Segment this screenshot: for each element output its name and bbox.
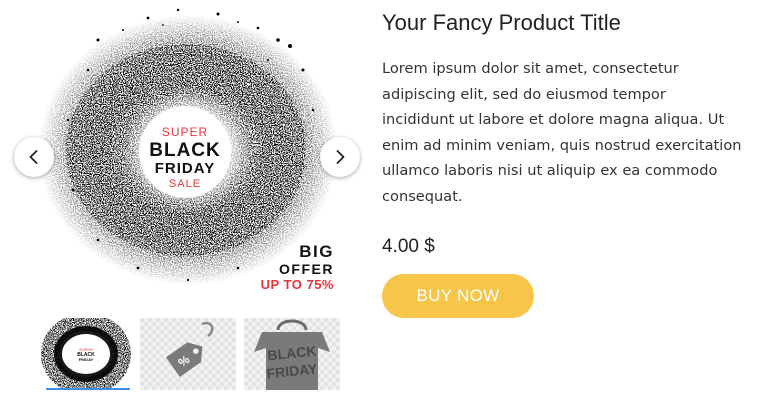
badge-friday-text: FRIDAY [155, 160, 215, 177]
badge-black-text: BLACK [149, 140, 221, 161]
carousel-prev-button[interactable] [14, 137, 54, 177]
thumbnail-percent-tag[interactable]: % [140, 318, 236, 390]
promo-discount-text: UP TO 75% [261, 277, 334, 292]
thumbnail-tag-image: % [140, 318, 236, 390]
thumbnail-splash-image: SUPER BLACK FRIDAY [40, 318, 136, 390]
badge-super-text: SUPER [162, 125, 208, 139]
product-info-panel: Your Fancy Product Title Lorem ipsum dol… [382, 8, 742, 318]
product-price: 4.00 $ [382, 236, 435, 257]
chevron-right-icon [336, 150, 345, 164]
badge-sale-text: SALE [169, 178, 201, 190]
svg-text:FRIDAY: FRIDAY [79, 357, 94, 362]
product-description: Lorem ipsum dolor sit amet, consectetur … [382, 60, 742, 205]
product-gallery: SUPER BLACK FRIDAY SALE BIG OFFER UP TO … [14, 0, 360, 300]
promo-big-text: BIG [299, 242, 334, 261]
promo-offer-text: OFFER [279, 261, 334, 277]
carousel-next-button[interactable] [320, 137, 360, 177]
ink-splash-artwork: SUPER BLACK FRIDAY SALE BIG OFFER UP TO … [38, 8, 338, 292]
thumbnail-strip: SUPER BLACK FRIDAY % BLACK FRIDAY [40, 318, 340, 390]
thumbnail-bag-image: BLACK FRIDAY [244, 318, 340, 390]
thumbnail-black-friday-bag[interactable]: BLACK FRIDAY [244, 318, 340, 390]
main-product-image: SUPER BLACK FRIDAY SALE BIG OFFER UP TO … [28, 0, 348, 300]
thumbnail-black-friday-splash[interactable]: SUPER BLACK FRIDAY [40, 318, 136, 390]
buy-now-button[interactable]: BUY NOW [382, 274, 534, 318]
chevron-left-icon [29, 150, 38, 164]
product-title: Your Fancy Product Title [382, 10, 621, 35]
